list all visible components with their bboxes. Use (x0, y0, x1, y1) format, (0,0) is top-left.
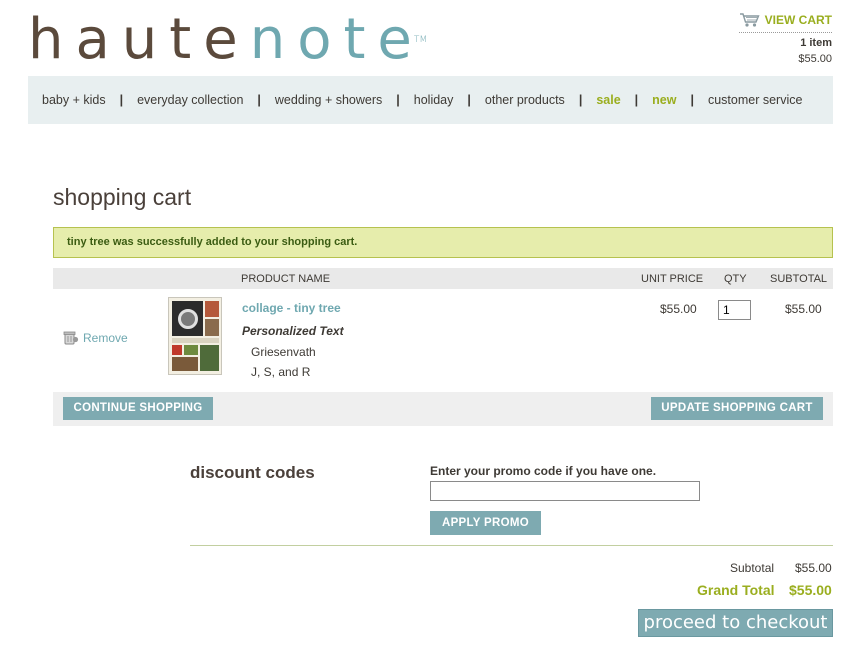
promo-code-label: Enter your promo code if you have one. (430, 464, 657, 478)
brand-word-haute: haute (28, 7, 250, 72)
trash-icon (63, 331, 79, 345)
header-qty: QTY (724, 273, 747, 285)
nav-item-baby-kids[interactable]: baby + kids (42, 93, 106, 107)
product-name-link[interactable]: collage - tiny tree (242, 301, 341, 315)
grand-total-label: Grand Total (697, 582, 775, 598)
continue-shopping-button[interactable]: CONTINUE SHOPPING (63, 397, 213, 420)
subtotal-label: Subtotal (730, 561, 775, 575)
remove-link[interactable]: Remove (63, 330, 128, 345)
quantity-input[interactable] (718, 300, 751, 320)
nav-separator: | (690, 93, 694, 107)
apply-promo-button[interactable]: APPLY PROMO (430, 511, 541, 535)
personalized-line-2: J, S, and R (251, 365, 311, 379)
subtotal-value: $55.00 (795, 561, 832, 575)
nav-separator: | (257, 93, 261, 107)
trademark: TM (413, 35, 428, 45)
nav-item-customer-service[interactable]: customer service (708, 93, 802, 107)
personalized-line-1: Griesenvath (251, 345, 316, 359)
cart-item-count: 1 item (800, 37, 832, 49)
nav-separator: | (634, 93, 639, 107)
cart-actions-bar: CONTINUE SHOPPING UPDATE SHOPPING CART (53, 392, 833, 426)
personalized-text-label: Personalized Text (242, 324, 344, 338)
nav-separator: | (119, 93, 124, 107)
nav-item-holiday[interactable]: holiday (414, 93, 454, 107)
nav-item-everyday-collection[interactable]: everyday collection (137, 93, 243, 107)
brand-logo[interactable]: hautenoteTM (28, 8, 427, 72)
unit-price: $55.00 (660, 302, 697, 316)
nav-separator: | (396, 93, 400, 107)
view-cart-label: VIEW CART (764, 13, 832, 27)
main-nav: baby + kids | everyday collection | wedd… (28, 76, 833, 124)
update-cart-button[interactable]: UPDATE SHOPPING CART (651, 397, 823, 420)
proceed-to-checkout-button[interactable]: proceed to checkout (638, 609, 833, 637)
remove-label: Remove (83, 330, 128, 345)
shopping-cart-icon (739, 13, 760, 27)
view-cart-link[interactable]: VIEW CART (738, 12, 832, 33)
table-row: Remove collage - tiny tree Personalized … (53, 289, 833, 392)
nav-separator: | (467, 93, 471, 107)
row-subtotal: $55.00 (785, 302, 822, 316)
nav-item-other-products[interactable]: other products (485, 93, 565, 107)
nav-item-sale[interactable]: sale (596, 93, 620, 107)
success-message: tiny tree was successfully added to your… (53, 227, 833, 258)
promo-code-input[interactable] (430, 481, 700, 501)
cart-table-header: PRODUCT NAME UNIT PRICE QTY SUBTOTAL (53, 268, 833, 289)
product-thumbnail[interactable] (168, 297, 222, 375)
header-product-name: PRODUCT NAME (241, 273, 331, 285)
brand-word-note: note (249, 7, 424, 72)
nav-item-new[interactable]: new (652, 93, 676, 107)
header-unit-price: UNIT PRICE (641, 273, 704, 285)
nav-item-wedding-showers[interactable]: wedding + showers (275, 93, 382, 107)
divider (190, 545, 833, 546)
cart-summary: VIEW CART 1 item $55.00 (738, 12, 832, 65)
cart-total: $55.00 (798, 53, 832, 65)
page-title: shopping cart (53, 184, 192, 210)
grand-total-value: $55.00 (789, 582, 832, 598)
header-subtotal: SUBTOTAL (770, 273, 828, 285)
discount-codes-title: discount codes (190, 463, 315, 482)
nav-separator: | (578, 93, 583, 107)
